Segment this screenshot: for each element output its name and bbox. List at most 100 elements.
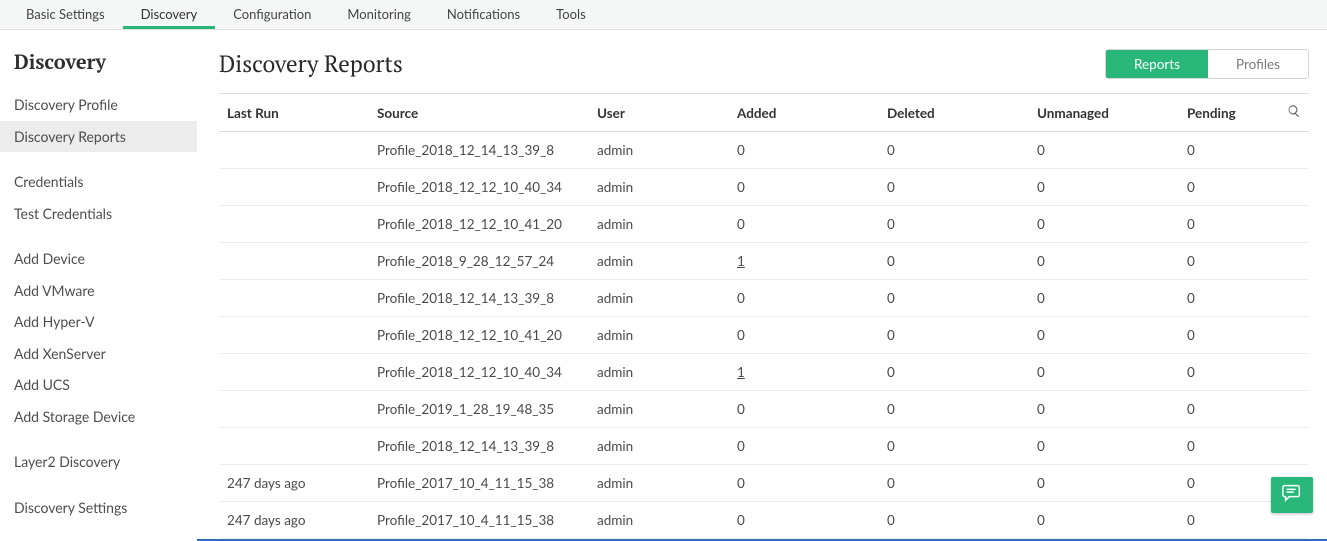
cell-pending: 0	[1179, 502, 1279, 539]
cell-deleted: 0	[879, 354, 1029, 391]
tab-configuration[interactable]: Configuration	[215, 0, 329, 29]
cell-added: 0	[729, 391, 879, 428]
cell-added: 0	[729, 132, 879, 169]
cell-deleted: 0	[879, 280, 1029, 317]
col-unmanaged[interactable]: Unmanaged	[1029, 94, 1179, 132]
cell-source: Profile_2018_12_14_13_39_8	[369, 132, 589, 169]
sidebar-item-credentials[interactable]: Credentials	[0, 166, 197, 198]
cell-user: admin	[589, 169, 729, 206]
cell-pending: 0	[1179, 243, 1279, 280]
table-row[interactable]: Profile_2018_12_14_13_39_8admin0000	[219, 428, 1309, 465]
col-user[interactable]: User	[589, 94, 729, 132]
cell-unmanaged: 0	[1029, 465, 1179, 502]
cell-pending: 0	[1179, 169, 1279, 206]
cell-spacer	[1279, 317, 1309, 354]
cell-last-run	[219, 206, 369, 243]
cell-last-run	[219, 169, 369, 206]
col-pending[interactable]: Pending	[1179, 94, 1279, 132]
cell-added: 1	[729, 354, 879, 391]
cell-user: admin	[589, 502, 729, 539]
table-row[interactable]: Profile_2019_1_28_19_48_35admin0000	[219, 391, 1309, 428]
reports-table: Last Run Source User Added Deleted Unman…	[219, 93, 1309, 539]
sidebar: Discovery Discovery ProfileDiscovery Rep…	[0, 30, 197, 541]
sidebar-item-add-storage-device[interactable]: Add Storage Device	[0, 401, 197, 433]
cell-unmanaged: 0	[1029, 169, 1179, 206]
sidebar-item-layer2-discovery[interactable]: Layer2 Discovery	[0, 446, 197, 478]
cell-source: Profile_2018_12_12_10_40_34	[369, 354, 589, 391]
table-row[interactable]: Profile_2018_12_14_13_39_8admin0000	[219, 280, 1309, 317]
cell-source: Profile_2018_12_12_10_40_34	[369, 169, 589, 206]
cell-added: 0	[729, 502, 879, 539]
sidebar-item-test-credentials[interactable]: Test Credentials	[0, 198, 197, 230]
table-row[interactable]: Profile_2018_12_12_10_40_34admin1000	[219, 354, 1309, 391]
cell-pending: 0	[1179, 206, 1279, 243]
cell-last-run: 247 days ago	[219, 502, 369, 539]
cell-source: Profile_2018_12_12_10_41_20	[369, 317, 589, 354]
cell-unmanaged: 0	[1029, 354, 1179, 391]
cell-deleted: 0	[879, 132, 1029, 169]
cell-spacer	[1279, 280, 1309, 317]
cell-added: 0	[729, 206, 879, 243]
cell-user: admin	[589, 243, 729, 280]
cell-pending: 0	[1179, 465, 1279, 502]
sidebar-item-add-vmware[interactable]: Add VMware	[0, 275, 197, 307]
cell-added-link[interactable]: 1	[737, 364, 745, 380]
tab-basic-settings[interactable]: Basic Settings	[8, 0, 123, 29]
table-row[interactable]: Profile_2018_12_14_13_39_8admin0000	[219, 132, 1309, 169]
main-content: Discovery Reports Reports Profiles Last …	[197, 30, 1327, 541]
sidebar-item-add-xenserver[interactable]: Add XenServer	[0, 338, 197, 370]
table-row[interactable]: Profile_2018_12_12_10_40_34admin0000	[219, 169, 1309, 206]
table-row[interactable]: Profile_2018_9_28_12_57_24admin1000	[219, 243, 1309, 280]
search-column-header[interactable]	[1279, 94, 1309, 132]
cell-last-run	[219, 132, 369, 169]
cell-spacer	[1279, 354, 1309, 391]
table-row[interactable]: 247 days agoProfile_2017_10_4_11_15_38ad…	[219, 465, 1309, 502]
tab-notifications[interactable]: Notifications	[429, 0, 538, 29]
cell-user: admin	[589, 465, 729, 502]
cell-pending: 0	[1179, 391, 1279, 428]
cell-last-run: 247 days ago	[219, 465, 369, 502]
search-icon[interactable]	[1287, 105, 1301, 121]
table-row[interactable]: Profile_2018_12_12_10_41_20admin0000	[219, 206, 1309, 243]
toggle-reports[interactable]: Reports	[1106, 50, 1208, 78]
cell-unmanaged: 0	[1029, 428, 1179, 465]
col-last-run[interactable]: Last Run	[219, 94, 369, 132]
cell-last-run	[219, 428, 369, 465]
cell-spacer	[1279, 132, 1309, 169]
cell-added: 0	[729, 169, 879, 206]
cell-spacer	[1279, 243, 1309, 280]
col-deleted[interactable]: Deleted	[879, 94, 1029, 132]
cell-source: Profile_2018_12_14_13_39_8	[369, 280, 589, 317]
cell-user: admin	[589, 206, 729, 243]
sidebar-item-add-ucs[interactable]: Add UCS	[0, 369, 197, 401]
chat-button[interactable]	[1271, 477, 1313, 513]
table-row[interactable]: 247 days agoProfile_2017_10_4_11_15_38ad…	[219, 502, 1309, 539]
cell-source: Profile_2017_10_4_11_15_38	[369, 465, 589, 502]
tab-tools[interactable]: Tools	[538, 0, 604, 29]
cell-spacer	[1279, 169, 1309, 206]
cell-last-run	[219, 391, 369, 428]
sidebar-item-add-hyper-v[interactable]: Add Hyper-V	[0, 306, 197, 338]
cell-user: admin	[589, 428, 729, 465]
sidebar-item-add-device[interactable]: Add Device	[0, 243, 197, 275]
cell-last-run	[219, 317, 369, 354]
table-row[interactable]: Profile_2018_12_12_10_41_20admin0000	[219, 317, 1309, 354]
cell-source: Profile_2018_12_12_10_41_20	[369, 206, 589, 243]
cell-added-link[interactable]: 1	[737, 253, 745, 269]
cell-spacer	[1279, 391, 1309, 428]
col-added[interactable]: Added	[729, 94, 879, 132]
cell-user: admin	[589, 354, 729, 391]
tab-discovery[interactable]: Discovery	[123, 0, 216, 29]
col-source[interactable]: Source	[369, 94, 589, 132]
tab-monitoring[interactable]: Monitoring	[329, 0, 428, 29]
cell-spacer	[1279, 206, 1309, 243]
cell-pending: 0	[1179, 280, 1279, 317]
cell-source: Profile_2018_9_28_12_57_24	[369, 243, 589, 280]
sidebar-item-discovery-reports[interactable]: Discovery Reports	[0, 121, 197, 153]
cell-added: 0	[729, 280, 879, 317]
sidebar-item-discovery-settings[interactable]: Discovery Settings	[0, 492, 197, 524]
sidebar-item-discovery-profile[interactable]: Discovery Profile	[0, 89, 197, 121]
cell-deleted: 0	[879, 243, 1029, 280]
cell-deleted: 0	[879, 169, 1029, 206]
toggle-profiles[interactable]: Profiles	[1208, 50, 1308, 78]
